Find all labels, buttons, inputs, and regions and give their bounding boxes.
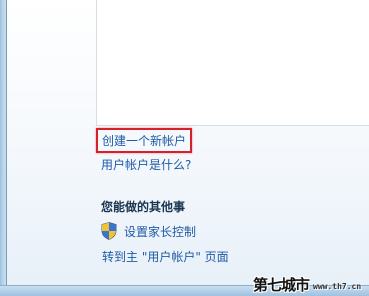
watermark-chinese: 第七城市 xyxy=(253,276,310,294)
account-list-panel xyxy=(96,0,369,126)
create-account-link[interactable]: 创建一个新帐户 xyxy=(102,134,186,148)
watermark-english: www.th7.cn xyxy=(313,282,362,291)
section-title: 您能做的其他事 xyxy=(101,200,186,214)
goto-user-accounts-link[interactable]: 转到主 "用户帐户" 页面 xyxy=(102,250,229,264)
parental-controls-link[interactable]: 设置家长控制 xyxy=(124,225,196,239)
uac-shield-icon xyxy=(101,222,117,240)
window-frame-left-edge xyxy=(6,0,7,296)
what-is-account-link[interactable]: 用户帐户是什么? xyxy=(101,158,191,172)
